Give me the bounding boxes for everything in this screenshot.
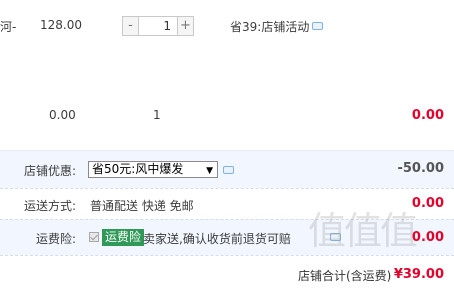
checkbox-checked-icon[interactable] — [89, 232, 99, 242]
item-name-fragment[interactable]: 河- — [0, 18, 16, 35]
store-discount-select[interactable]: 省50元:风中爆发 ▼ — [88, 161, 218, 178]
separator — [0, 255, 454, 256]
increase-button[interactable]: + — [177, 16, 194, 36]
store-discount-label: 店铺优惠: — [24, 164, 77, 178]
shipping-amount: 0.00 — [411, 196, 444, 211]
quantity-stepper: - 1 + — [122, 16, 194, 36]
insurance-label: 运费险: — [36, 232, 77, 246]
decrease-button[interactable]: - — [122, 16, 139, 36]
item-unit-price: 128.00 — [40, 18, 82, 32]
item-subtotal: 0.00 — [411, 108, 444, 123]
quantity-input[interactable]: 1 — [139, 16, 177, 36]
item-unit-price: 0.00 — [49, 108, 76, 122]
item-promo-text: 省39:店铺活动 — [230, 20, 310, 34]
insurance-description: 卖家送,确认收货前退货可赔 — [143, 232, 291, 246]
shipping-methods: 普通配送 快递 免邮 — [90, 199, 194, 213]
total-label: 店铺合计(含运费) — [298, 269, 392, 283]
shipping-label: 运送方式: — [24, 199, 77, 213]
insurance-badge: 运费险 — [102, 229, 145, 246]
bubble-icon[interactable] — [223, 166, 234, 174]
separator — [0, 188, 454, 189]
bubble-icon[interactable] — [312, 22, 323, 30]
item-quantity: 1 — [153, 108, 161, 122]
separator — [0, 150, 454, 151]
dropdown-arrow-icon: ▼ — [206, 166, 213, 176]
watermark-logo: 值值值 — [308, 209, 418, 253]
insurance-amount: 0.00 — [411, 230, 444, 245]
total-value: ¥39.00 — [393, 267, 444, 282]
select-value: 省50元:风中爆发 — [92, 162, 184, 176]
store-discount-amount: -50.00 — [397, 161, 444, 176]
